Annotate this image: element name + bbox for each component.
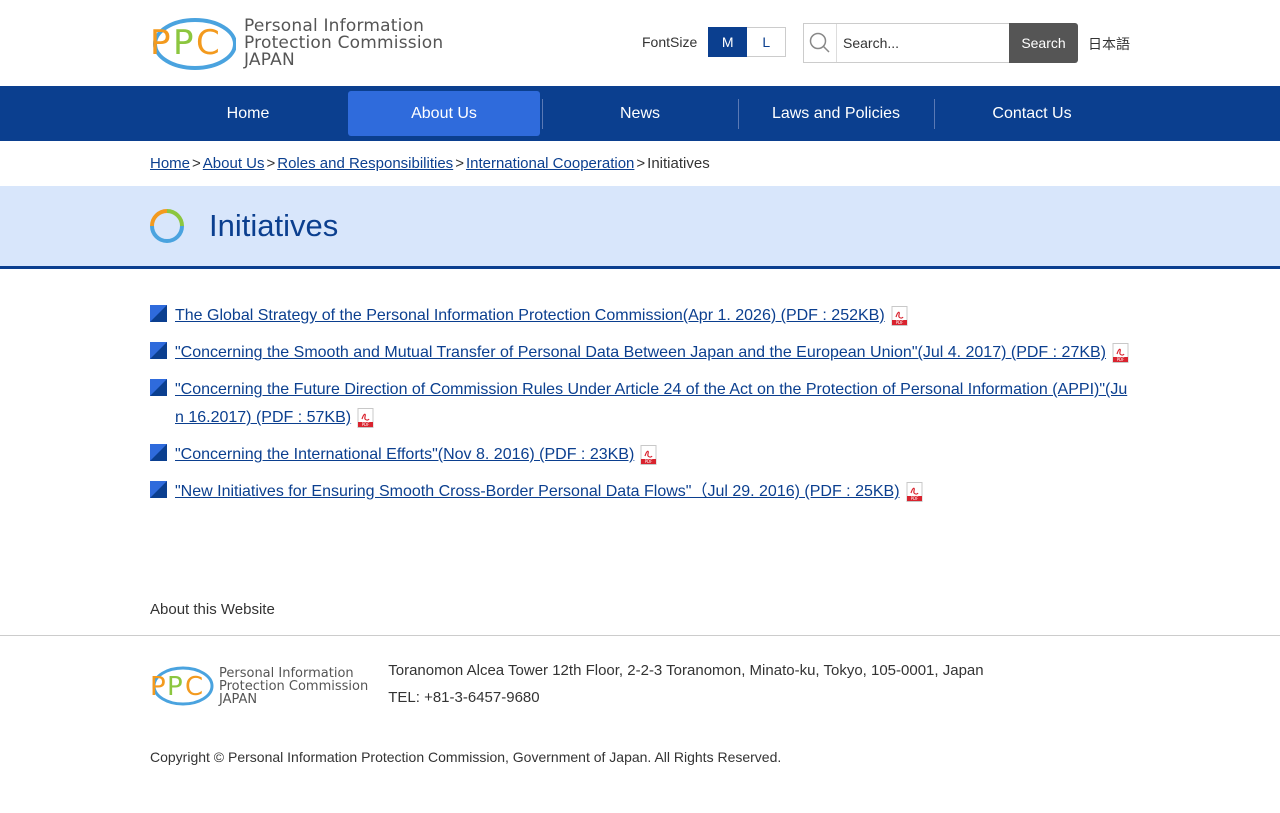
search-box xyxy=(803,23,1009,63)
page-title: Initiatives xyxy=(209,208,339,243)
document-link[interactable]: "Concerning the Smooth and Mutual Transf… xyxy=(175,344,1106,361)
footer-logo-line-3: JAPAN xyxy=(219,691,258,707)
svg-text:P: P xyxy=(150,672,166,702)
pdf-icon: PDF xyxy=(640,445,657,465)
logo-letter-p1: P xyxy=(150,23,171,63)
search-input[interactable] xyxy=(837,25,1009,61)
bullet-icon xyxy=(150,444,167,461)
logo-letter-c: C xyxy=(196,23,220,63)
title-ring-icon xyxy=(150,209,184,243)
pdf-icon: PDF xyxy=(891,306,908,326)
pdf-icon: PDF xyxy=(906,482,923,502)
breadcrumb-current: Initiatives xyxy=(647,155,710,172)
breadcrumb-roles[interactable]: Roles and Responsibilities xyxy=(277,155,453,172)
breadcrumb-international-cooperation[interactable]: International Cooperation xyxy=(466,155,634,172)
fontsize-m-button[interactable]: M xyxy=(708,27,748,57)
footer-logo-line-1: Personal Information xyxy=(219,665,354,681)
footer-logo[interactable]: P P C Personal Information Protection Co… xyxy=(150,663,368,709)
breadcrumb-separator: > xyxy=(636,155,646,172)
document-list: The Global Strategy of the Personal Info… xyxy=(150,302,1130,506)
document-link[interactable]: "New Initiatives for Ensuring Smooth Cro… xyxy=(175,483,900,500)
list-item: "New Initiatives for Ensuring Smooth Cro… xyxy=(150,478,1130,506)
bullet-icon xyxy=(150,342,167,359)
ppc-logo-mark: P P C xyxy=(150,14,237,72)
bullet-icon xyxy=(150,481,167,498)
language-switch-link[interactable]: 日本語 xyxy=(1088,34,1130,54)
footer-logo-text: Personal Information Protection Commissi… xyxy=(219,667,368,706)
svg-text:P: P xyxy=(167,672,183,702)
search-form: Search xyxy=(803,23,1078,63)
breadcrumb-separator: > xyxy=(192,155,201,172)
breadcrumb: Home > About Us > Roles and Responsibiliti… xyxy=(150,141,1130,186)
pdf-icon: PDF xyxy=(357,408,374,428)
footer-tel: TEL: +81-3-6457-9680 xyxy=(388,689,540,706)
site-logo[interactable]: P P C Personal Information Protection Co… xyxy=(150,14,443,72)
logo-line-2: Protection Commission xyxy=(244,32,444,53)
list-item: "Concerning the International Efforts"(N… xyxy=(150,441,1130,469)
svg-text:PDF: PDF xyxy=(910,496,918,501)
footer-logo-line-2: Protection Commission xyxy=(219,678,369,694)
page-title-band: Initiatives xyxy=(0,186,1280,269)
search-icon xyxy=(804,24,837,62)
fontsize-label: FontSize xyxy=(642,34,698,50)
breadcrumb-separator: > xyxy=(266,155,276,172)
logo-line-3: JAPAN xyxy=(244,49,295,70)
svg-text:C: C xyxy=(185,672,203,702)
breadcrumb-separator: > xyxy=(455,155,464,172)
main-nav: Home About Us News Laws and Policies Con… xyxy=(0,86,1280,141)
nav-item-laws-and-policies[interactable]: Laws and Policies xyxy=(738,91,934,136)
nav-item-news[interactable]: News xyxy=(542,91,738,136)
pdf-icon: PDF xyxy=(1112,343,1129,363)
footer-address-block: Toranomon Alcea Tower 12th Floor, 2-2-3 … xyxy=(388,657,983,711)
nav-item-home[interactable]: Home xyxy=(150,91,346,136)
nav-item-contact-us[interactable]: Contact Us xyxy=(934,91,1130,136)
fontsize-l-button[interactable]: L xyxy=(747,27,787,57)
list-item: "Concerning the Smooth and Mutual Transf… xyxy=(150,339,1130,367)
logo-text: Personal Information Protection Commissi… xyxy=(244,15,444,70)
breadcrumb-about-us[interactable]: About Us xyxy=(203,155,265,172)
list-item: The Global Strategy of the Personal Info… xyxy=(150,302,1130,330)
site-footer: P P C Personal Information Protection Co… xyxy=(0,635,1280,765)
document-link[interactable]: The Global Strategy of the Personal Info… xyxy=(175,307,885,324)
footer-address: Toranomon Alcea Tower 12th Floor, 2-2-3 … xyxy=(388,662,984,679)
fontsize-switcher: FontSize M L xyxy=(642,27,787,57)
svg-text:PDF: PDF xyxy=(895,320,903,325)
search-button[interactable]: Search xyxy=(1009,23,1078,63)
document-link[interactable]: "Concerning the Future Direction of Comm… xyxy=(175,381,1127,426)
list-item: "Concerning the Future Direction of Comm… xyxy=(150,376,1130,432)
footer-ppc-logo-mark: P P C xyxy=(150,666,214,706)
copyright: Copyright © Personal Information Protect… xyxy=(150,749,782,765)
nav-item-about-us[interactable]: About Us xyxy=(348,91,540,136)
svg-text:PDF: PDF xyxy=(362,422,370,427)
logo-line-1: Personal Information xyxy=(244,15,425,36)
bullet-icon xyxy=(150,379,167,396)
logo-letter-p2: P xyxy=(173,23,194,63)
site-header: P P C Personal Information Protection Co… xyxy=(150,0,1130,86)
about-website-link[interactable]: About this Website xyxy=(150,601,1130,635)
bullet-icon xyxy=(150,305,167,322)
svg-text:PDF: PDF xyxy=(645,459,653,464)
svg-text:PDF: PDF xyxy=(1117,357,1125,362)
breadcrumb-home[interactable]: Home xyxy=(150,155,190,172)
document-link[interactable]: "Concerning the International Efforts"(N… xyxy=(175,446,634,463)
